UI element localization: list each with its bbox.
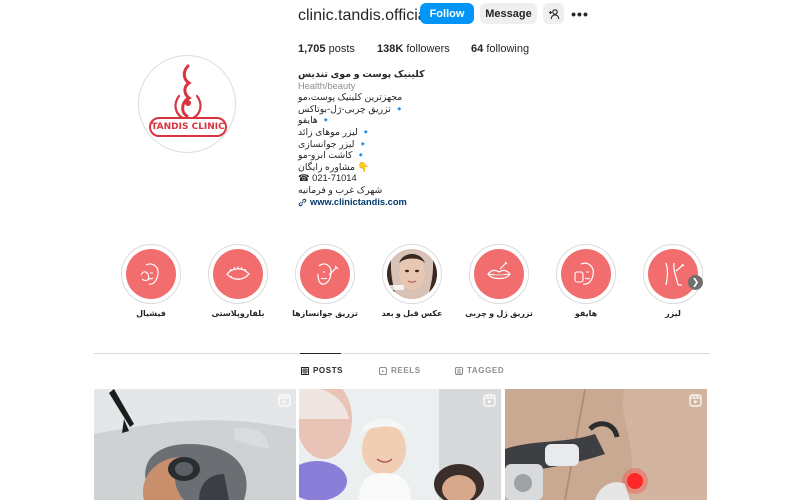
highlights-next-button[interactable]: ❯ — [688, 275, 703, 290]
highlight-label: بلفاروپلاستی — [211, 309, 265, 318]
highlight-cover — [126, 249, 176, 299]
tab-posts-label: POSTS — [313, 366, 344, 375]
highlight-label: تزریق ژل و چربی — [465, 309, 533, 318]
active-tab-indicator — [300, 353, 341, 354]
tab-tagged-label: TAGGED — [467, 366, 505, 375]
message-button[interactable]: Message — [480, 3, 537, 24]
followers-link[interactable]: 138K followers — [377, 43, 450, 55]
following-count-label: following — [486, 43, 530, 55]
reels-icon — [379, 366, 387, 375]
laser-leg-icon — [665, 262, 685, 286]
tab-reels[interactable]: REELS — [379, 366, 421, 375]
following-count-value: 64 — [471, 43, 484, 55]
highlight-cover — [300, 249, 350, 299]
highlight-cover — [561, 249, 611, 299]
lips-icon — [487, 261, 511, 280]
tandis-logo-icon — [149, 64, 227, 137]
tab-tagged[interactable]: TAGGED — [455, 366, 504, 375]
bio-line: 🔹 تزریق چربی-ژل-بوتاکس — [298, 103, 406, 114]
bio-line: 🔹 کاشت ابرو-مو — [298, 150, 367, 161]
website-url: www.clinictandis.com — [310, 196, 407, 207]
tagged-icon — [455, 366, 463, 375]
add-user-icon — [548, 8, 559, 19]
eyelid-icon — [226, 266, 250, 280]
highlight-label: فیشیال — [136, 309, 166, 318]
post-thumbnail[interactable] — [505, 389, 707, 500]
follow-button[interactable]: Follow — [420, 3, 474, 24]
bio-line: 👇 مشاوره رایگان — [298, 161, 370, 172]
posts-count: 1,705 posts — [298, 43, 355, 55]
profile-username: clinic.tandis.official — [298, 7, 431, 24]
posts-count-value: 1,705 — [298, 43, 326, 55]
chevron-right-icon: ❯ — [691, 277, 700, 287]
suggest-user-button[interactable] — [543, 3, 564, 24]
highlight-facial[interactable] — [121, 244, 181, 304]
bio-category: Health/beauty — [298, 80, 356, 91]
highlight-before-after[interactable] — [382, 244, 442, 304]
bio-line: 🔹 لیزر جوانسازی — [298, 138, 369, 149]
highlight-label: عکس قبل و بعد — [381, 309, 443, 318]
highlight-label: هایفو — [574, 309, 598, 318]
before-after-photo — [387, 249, 437, 299]
posts-count-label: posts — [328, 43, 355, 55]
face-injection-icon — [317, 263, 339, 285]
highlight-rejuvenation-injection[interactable] — [295, 244, 355, 304]
reel-badge-icon — [689, 394, 702, 407]
more-options-button[interactable]: ••• — [570, 3, 590, 24]
highlight-label: تزریق جوانسازها — [292, 309, 358, 318]
grid-icon — [301, 366, 309, 375]
highlight-cover — [213, 249, 263, 299]
avatar-brand-text: TANDIS CLINIC — [151, 122, 225, 132]
bio-name: کلینیک پوست و موی تندیس — [298, 69, 425, 80]
followers-count-label: followers — [406, 43, 450, 55]
bio-line: 🔹 لیزر موهای زائد — [298, 126, 372, 137]
tab-posts[interactable]: POSTS — [301, 366, 343, 375]
highlight-blepharoplasty[interactable] — [208, 244, 268, 304]
highlight-hifu[interactable] — [556, 244, 616, 304]
post-photo-laser-device — [505, 389, 707, 500]
post-photo-treatment — [94, 389, 296, 500]
profile-avatar[interactable]: TANDIS CLINIC — [138, 55, 236, 153]
post-photo-clinic-staff — [299, 389, 501, 500]
bio-line: 🔹 هایفو — [298, 115, 332, 126]
highlight-laser[interactable] — [643, 244, 703, 304]
highlight-gel-fat-injection[interactable] — [469, 244, 529, 304]
highlight-cover — [648, 249, 698, 299]
tabs-divider — [94, 353, 710, 354]
bio-line: ☎ 021-71014 — [298, 173, 357, 184]
following-link[interactable]: 64 following — [471, 43, 529, 55]
reel-badge-icon — [278, 394, 291, 407]
face-massage-icon — [140, 263, 159, 285]
highlight-cover-photo — [387, 249, 437, 299]
highlight-cover — [474, 249, 524, 299]
hifu-face-icon — [574, 262, 594, 285]
reel-badge-icon — [483, 394, 496, 407]
post-thumbnail[interactable] — [299, 389, 501, 500]
bio-line: شهرک غرب و فرمانیه — [298, 184, 383, 195]
profile-bio: کلینیک پوست و موی تندیس Health/beauty مج… — [298, 69, 488, 208]
highlight-label: لیزر — [665, 309, 681, 318]
followers-count-value: 138K — [377, 43, 404, 55]
post-thumbnail[interactable] — [94, 389, 296, 500]
bio-line: مجهزترین کلینیک پوست،مو — [298, 92, 403, 103]
more-icon: ••• — [571, 5, 589, 22]
link-icon — [298, 198, 307, 207]
bio-website-link[interactable]: www.clinictandis.com — [298, 197, 488, 209]
tab-reels-label: REELS — [391, 366, 421, 375]
